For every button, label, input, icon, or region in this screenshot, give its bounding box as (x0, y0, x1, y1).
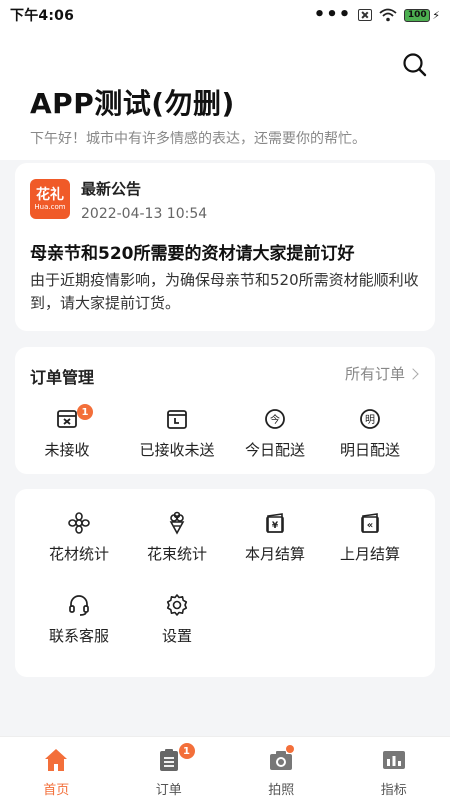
order-list-icon (159, 749, 178, 771)
tab-metrics[interactable]: 指标 (338, 737, 450, 800)
chevron-right-icon (407, 367, 419, 380)
status-bar: 下午4:06 ••• 100 ⚡ (0, 0, 450, 30)
tab-home[interactable]: 首页 (0, 737, 113, 800)
status-time: 下午4:06 (10, 8, 75, 24)
notice-card[interactable]: 花礼 Hua.com 最新公告 2022-04-13 10:54 母亲节和520… (15, 163, 435, 331)
header-area: APP测试(勿删) 下午好！城市中有许多情感的表达，还需要你的帮忙。 (0, 30, 450, 160)
camera-notification-dot (286, 745, 294, 753)
tool-this-month-settlement[interactable]: ¥ 本月结算 (225, 511, 325, 571)
order-management-card: 订单管理 所有订单 未接收 1 已接收未送 今 今日配送 明 明日配送 (15, 347, 435, 474)
tools-card: 花材统计 花束统计 ¥ 本月结算 « 上月结算 联系客服 设置 (15, 489, 435, 677)
page-title: APP测试(勿删) (30, 87, 235, 120)
search-icon[interactable] (402, 52, 428, 78)
tool-last-month-settlement[interactable]: « 上月结算 (320, 511, 420, 571)
brand-logo: 花礼 Hua.com (30, 179, 70, 219)
notice-heading: 母亲节和520所需要的资材请大家提前订好 (30, 244, 355, 264)
bottom-tab-bar: 首页 1 订单 拍照 指标 (0, 736, 450, 800)
status-icons: ••• 100 ⚡ (313, 4, 440, 25)
headset-icon (69, 595, 89, 616)
flower-icon (68, 512, 90, 534)
logo-text: 花礼 (36, 186, 64, 203)
today-delivery-icon: 今 (265, 409, 285, 429)
battery-indicator: 100 ⚡ (404, 8, 440, 22)
bouquet-icon (169, 511, 185, 535)
all-orders-link[interactable]: 所有订单 (344, 363, 419, 384)
order-item-label: 未接收 (44, 441, 90, 459)
yen-glyph: ¥ (272, 521, 279, 531)
tool-label: 花束统计 (146, 545, 207, 563)
tomorrow-glyph: 明 (365, 414, 375, 426)
order-item-label: 今日配送 (244, 441, 305, 459)
order-item-today-delivery[interactable]: 今 今日配送 (225, 407, 325, 467)
tool-label: 设置 (161, 627, 192, 645)
order-management-title: 订单管理 (30, 368, 95, 387)
tab-orders[interactable]: 1 订单 (113, 737, 226, 800)
order-item-label: 明日配送 (339, 441, 400, 459)
tomorrow-delivery-icon: 明 (360, 409, 380, 429)
notice-date: 2022-04-13 10:54 (81, 206, 208, 222)
all-orders-label: 所有订单 (344, 365, 405, 383)
tab-label: 订单 (155, 783, 182, 798)
charging-bolt-icon: ⚡ (432, 8, 440, 22)
tool-settings[interactable]: 设置 (127, 593, 227, 653)
greeting-subtitle: 下午好！城市中有许多情感的表达，还需要你的帮忙。 (30, 131, 366, 147)
today-glyph: 今 (270, 413, 280, 426)
orders-tab-badge: 1 (178, 743, 195, 759)
more-dots-icon: ••• (313, 4, 352, 25)
logo-subtext: Hua.com (34, 202, 66, 211)
chart-icon (382, 751, 405, 769)
previous-wallet-icon: « (361, 513, 379, 533)
no-sim-icon (358, 9, 373, 21)
tool-label: 上月结算 (339, 545, 400, 563)
order-item-label: 已接收未送 (139, 441, 215, 459)
tab-label: 指标 (380, 783, 407, 798)
order-item-tomorrow-delivery[interactable]: 明 明日配送 (320, 407, 420, 467)
home-icon (45, 749, 68, 771)
order-item-received-unsent[interactable]: 已接收未送 (127, 407, 227, 467)
tool-label: 联系客服 (48, 627, 109, 645)
wifi-icon (379, 8, 397, 22)
tab-label: 首页 (43, 783, 70, 798)
tool-bouquet-stats[interactable]: 花束统计 (127, 511, 227, 571)
previous-glyph: « (367, 520, 373, 531)
calendar-box-icon (167, 410, 187, 429)
tab-camera[interactable]: 拍照 (225, 737, 338, 800)
box-x-icon (57, 410, 77, 428)
tab-label: 拍照 (268, 783, 295, 798)
tool-label: 花材统计 (48, 545, 109, 563)
gear-icon (166, 594, 188, 616)
order-item-unreceived[interactable]: 未接收 1 (17, 404, 117, 467)
notice-label: 最新公告 (81, 180, 142, 198)
battery-level: 100 (404, 8, 431, 22)
tool-contact-support[interactable]: 联系客服 (29, 593, 129, 653)
unreceived-count-badge: 1 (77, 404, 93, 420)
notice-body: 由于近期疫情影响，为确保母亲节和520所需资材能顺利收到，请大家提前订货。 (30, 271, 419, 312)
tool-label: 本月结算 (244, 545, 305, 563)
yen-wallet-icon: ¥ (266, 513, 284, 533)
tool-flower-stats[interactable]: 花材统计 (29, 511, 129, 571)
